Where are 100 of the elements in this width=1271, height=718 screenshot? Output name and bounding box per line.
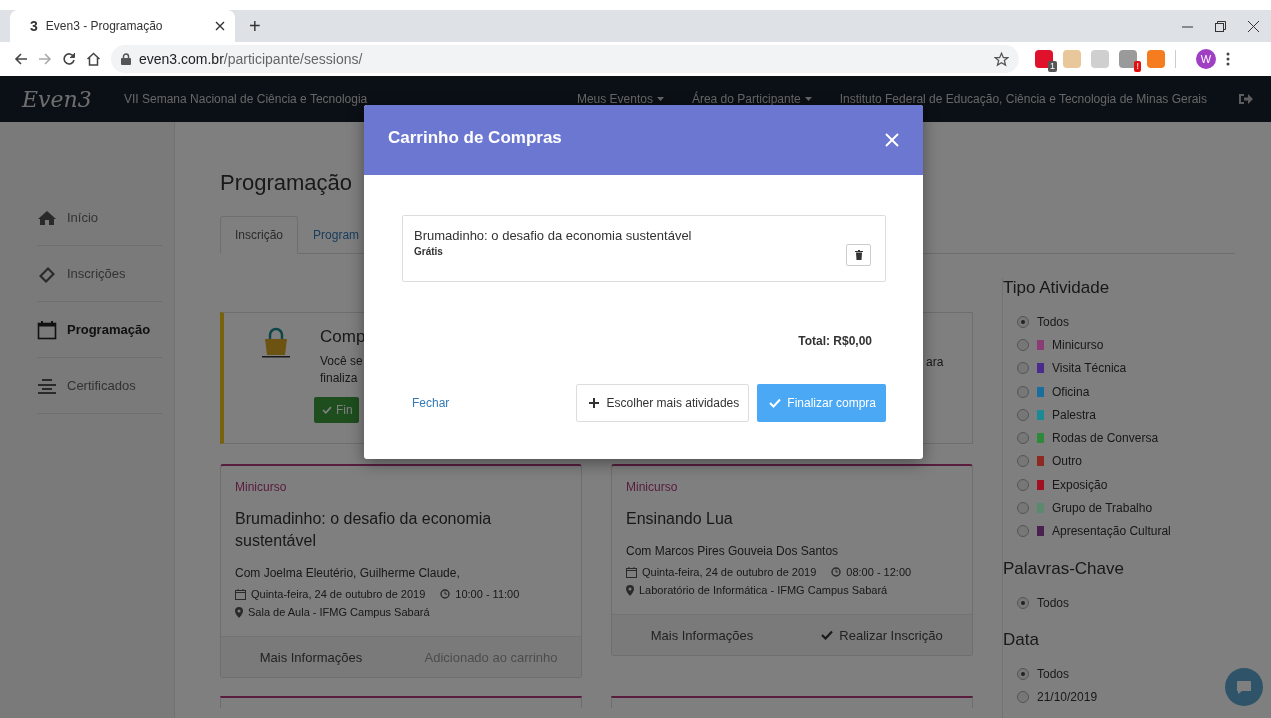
reload-icon[interactable]	[62, 52, 76, 66]
close-icon	[885, 133, 899, 147]
radio-button[interactable]	[1017, 432, 1029, 445]
help-chat-button[interactable]	[1225, 668, 1263, 706]
nav-menu[interactable]: Área do Participante	[677, 92, 826, 106]
filter-option[interactable]: Apresentação Cultural	[1017, 519, 1171, 543]
radio-button[interactable]	[1017, 667, 1029, 680]
sidebar-item[interactable]: Certificados	[37, 358, 162, 414]
radio-button[interactable]	[1017, 455, 1029, 468]
card-action-link[interactable]: Realizar Inscrição	[792, 627, 972, 643]
browser-tab[interactable]: 3 Even3 - Programação	[10, 10, 235, 42]
close-link[interactable]: Fechar	[412, 396, 450, 410]
calendar-icon	[235, 588, 246, 600]
time-text: 08:00 - 12:00	[846, 566, 912, 578]
restore-icon[interactable]	[1215, 20, 1226, 32]
radio-button[interactable]	[1017, 691, 1029, 704]
extension-icon[interactable]	[1091, 50, 1109, 68]
check-icon	[821, 630, 834, 640]
filter-option[interactable]: Rodas de Conversa	[1017, 426, 1159, 450]
chat-bubble-icon	[1236, 679, 1252, 695]
filter-option[interactable]: 21/10/2019	[1017, 685, 1098, 709]
clock-icon	[440, 589, 451, 599]
radio-button[interactable]	[1017, 502, 1029, 514]
close-button[interactable]	[885, 133, 899, 147]
home-icon	[37, 209, 57, 226]
radio-button[interactable]	[1017, 315, 1029, 328]
profile-avatar[interactable]: W	[1196, 49, 1216, 69]
date-text: Quinta-feira, 24 de outubro de 2019	[251, 588, 426, 600]
sidebar-item[interactable]: Inscrições	[37, 246, 162, 302]
sidebar-item[interactable]: Programação	[37, 302, 162, 358]
choose-more-button[interactable]: Escolher mais atividades	[575, 384, 750, 422]
time-text: 10:00 - 11:00	[455, 588, 520, 600]
home-icon[interactable]	[86, 52, 101, 66]
extension-badge: 1	[1048, 61, 1057, 72]
card-action-link[interactable]: Mais Informações	[221, 649, 401, 665]
alert-text: Você se	[320, 353, 364, 370]
nav-menu[interactable]: Meus Eventos	[562, 92, 678, 106]
cart-item-price: Grátis	[414, 246, 444, 257]
filter-option[interactable]: Visita Técnica	[1017, 356, 1127, 380]
filter-option[interactable]: Todos	[1017, 310, 1070, 334]
filter-title: Tipo Atividade	[1003, 278, 1111, 298]
caret-icon	[804, 97, 812, 101]
check-icon	[769, 398, 782, 408]
close-icon[interactable]	[215, 21, 225, 31]
cart-item-title: Brumadinho: o desafio da economia sustentável	[414, 228, 692, 243]
menu-icon[interactable]	[1226, 52, 1230, 66]
tab[interactable]: Inscrição	[220, 216, 299, 254]
dialog-title: Carrinho de Compras	[388, 128, 562, 148]
url-text: even3.com.br/participante/sessions/	[139, 51, 363, 67]
sidebar-item[interactable]: Início	[37, 190, 162, 246]
extension-icon[interactable]	[1147, 50, 1165, 68]
site-logo[interactable]: Even3	[0, 86, 100, 112]
filter-option[interactable]: Outro	[1017, 449, 1082, 474]
filter-option[interactable]: Oficina	[1017, 379, 1090, 404]
activity-type: Minicurso	[235, 480, 288, 494]
star-icon[interactable]	[994, 51, 1009, 67]
address-bar[interactable]: even3.com.br/participante/sessions/	[111, 45, 1019, 73]
speakers-text: Com Marcos Pires Gouveia Dos Santos	[626, 544, 840, 558]
tab-title: Even3 - Programação	[45, 19, 164, 33]
radio-button[interactable]	[1017, 385, 1029, 398]
close-icon[interactable]	[1248, 20, 1259, 32]
total-text: Total: R$0,00	[797, 333, 873, 348]
radio-button[interactable]	[1017, 525, 1029, 538]
check-icon	[322, 406, 332, 414]
card-action-link[interactable]: Mais Informações	[612, 627, 792, 643]
radio-button[interactable]	[1017, 408, 1029, 421]
finish-purchase-button[interactable]: Finalizar compra	[757, 384, 886, 422]
filter-title: Palavras-Chave	[1003, 558, 1125, 579]
list-icon	[37, 377, 57, 394]
activity-title: Ensinando Lua	[626, 509, 734, 529]
radio-button[interactable]	[1017, 596, 1029, 609]
event-title[interactable]: VII Semana Nacional de Ciência e Tecnologia	[100, 92, 563, 106]
alert-title: Comp	[320, 327, 366, 347]
filter-title: Data	[1003, 630, 1040, 651]
extension-icon[interactable]	[1063, 50, 1081, 68]
filter-option[interactable]: Grupo de Trabalho	[1017, 496, 1153, 520]
lock-icon	[121, 53, 131, 65]
radio-button[interactable]	[1017, 362, 1029, 375]
clock-icon	[831, 567, 842, 577]
activity-title: Brumadinho: o desafio da economia sustentável	[235, 509, 493, 551]
activity-type: Minicurso	[626, 480, 679, 494]
location-pin-icon	[626, 584, 634, 596]
filter-option[interactable]: Todos	[1017, 590, 1070, 615]
radio-button[interactable]	[1017, 338, 1029, 351]
calendar-icon	[626, 566, 637, 578]
alert-text: finaliza	[320, 370, 359, 387]
filter-option[interactable]: Palestra	[1017, 403, 1097, 427]
filter-option[interactable]: Todos	[1017, 662, 1070, 686]
page-title: Programação	[220, 170, 354, 196]
forward-icon[interactable]	[38, 52, 52, 66]
back-icon[interactable]	[14, 52, 28, 66]
institution-link[interactable]: Instituto Federal de Educação, Ciência e Tecnologia de Minas Gerais	[825, 92, 1221, 106]
filter-option[interactable]: Exposição	[1017, 473, 1108, 497]
new-tab-button[interactable]: +	[249, 15, 261, 38]
filter-option[interactable]: Minicurso	[1017, 333, 1104, 357]
date-text: Quinta-feira, 24 de outubro de 2019	[642, 566, 817, 578]
radio-button[interactable]	[1017, 478, 1029, 491]
finish-button[interactable]: Fin	[314, 397, 359, 423]
plus-icon	[588, 398, 599, 408]
delete-button[interactable]	[846, 244, 871, 266]
